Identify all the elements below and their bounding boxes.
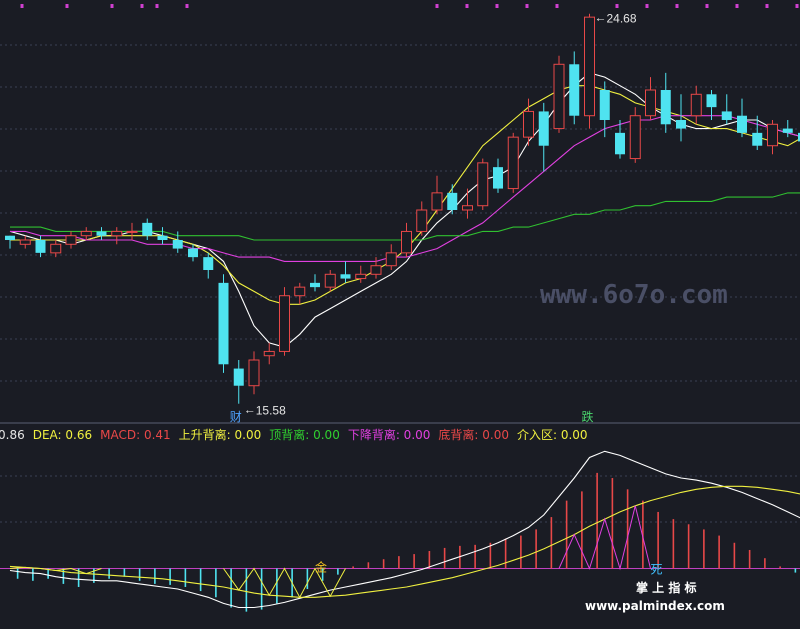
- top-dot: [765, 4, 769, 8]
- candle-body: [188, 248, 198, 258]
- candle-body: [218, 282, 229, 365]
- candle-body: [645, 89, 656, 117]
- candle-body: [462, 205, 473, 211]
- top-dot: [615, 4, 619, 8]
- candle-body: [203, 257, 214, 270]
- candle-body: [569, 64, 580, 116]
- candle-body: [324, 273, 336, 288]
- candle-body: [416, 209, 428, 232]
- candle: [629, 107, 641, 163]
- candle: [584, 13, 595, 129]
- top-dot: [705, 4, 709, 8]
- top-dot: [795, 4, 799, 8]
- candle-body: [157, 235, 168, 240]
- high-arrow: ←: [595, 11, 607, 25]
- candle-body: [767, 123, 778, 147]
- low-arrow: ←: [244, 403, 256, 417]
- top-dot: [735, 4, 739, 8]
- top-dot: [185, 4, 189, 8]
- candle-body: [50, 243, 62, 254]
- brand-watermark: 掌 上 指 标: [636, 580, 697, 595]
- candle-body: [279, 295, 290, 352]
- candle: [218, 274, 229, 373]
- golden-cross-marker: 金: [315, 559, 327, 574]
- top-dot: [465, 4, 469, 8]
- candle-body: [629, 115, 641, 160]
- legend-item: 下降背离: 0.00: [348, 427, 431, 442]
- candle-body: [676, 120, 686, 129]
- candle-body: [355, 273, 367, 280]
- candle: [477, 158, 489, 210]
- legend-item: 顶背离: 0.00: [269, 427, 340, 442]
- top-dot: [525, 4, 529, 8]
- candle-body: [752, 132, 763, 146]
- legend-item: MACD: 0.41: [100, 428, 171, 442]
- candle-body: [142, 222, 153, 236]
- stock-chart: 24.68 15.58 ← ← 财 跌 0.86 DEA: 0.66 MACD: 0…: [0, 0, 800, 629]
- candle-body: [615, 132, 625, 155]
- candle-body: [584, 16, 595, 117]
- death-cross-marker: 死: [651, 562, 663, 576]
- candle-body: [263, 350, 275, 357]
- candle-body: [737, 115, 747, 133]
- candle-body: [340, 274, 351, 279]
- candle-body: [248, 359, 260, 387]
- candle-body: [523, 110, 534, 138]
- top-dot: [495, 4, 499, 8]
- candle-body: [294, 286, 306, 297]
- candle-body: [553, 63, 565, 130]
- candle-body: [111, 230, 123, 237]
- legend-item: 底背离: 0.00: [438, 427, 509, 442]
- candle: [279, 287, 290, 356]
- candle-body: [493, 167, 503, 189]
- candle-body: [385, 252, 397, 267]
- legend-item: 上升背离: 0.00: [179, 427, 262, 442]
- candle-body: [538, 111, 549, 146]
- candle-body: [660, 90, 671, 125]
- top-dot: [110, 4, 114, 8]
- event-marker: 跌: [582, 409, 594, 424]
- event-marker: 财: [230, 410, 242, 424]
- candle-body: [35, 240, 46, 253]
- legend-item: 0.86: [0, 428, 25, 442]
- top-dot: [140, 4, 144, 8]
- candle-body: [5, 235, 15, 240]
- high-price-label: 24.68: [607, 12, 637, 26]
- candle-body: [172, 240, 183, 249]
- candle-body: [706, 94, 717, 108]
- candle-body: [401, 230, 412, 254]
- indicator-legend: 0.86 DEA: 0.66 MACD: 0.41 上升背离: 0.00 顶背离: 0.…: [0, 427, 588, 442]
- candle-body: [447, 192, 458, 210]
- top-dot: [555, 4, 559, 8]
- candle: [507, 132, 519, 193]
- top-dot: [645, 4, 649, 8]
- candle-body: [310, 282, 320, 288]
- candle-body: [507, 136, 519, 190]
- candle-body: [233, 368, 244, 386]
- candle-body: [431, 192, 443, 211]
- low-price-label: 15.58: [256, 404, 286, 418]
- top-dot: [20, 4, 24, 8]
- candle: [553, 55, 565, 133]
- brand-url-watermark: www.palmindex.com: [585, 599, 725, 613]
- candle-body: [80, 230, 92, 237]
- candle-body: [96, 231, 107, 236]
- top-dot: [155, 4, 159, 8]
- candle-body: [782, 128, 793, 133]
- candle-body: [599, 90, 610, 120]
- top-dot: [435, 4, 439, 8]
- candle-body: [477, 162, 489, 207]
- candle-body: [126, 230, 138, 233]
- legend-item: 介入区: 0.00: [517, 428, 588, 442]
- candle-body: [65, 235, 77, 245]
- candle-body: [370, 265, 382, 275]
- candle-body: [721, 111, 732, 120]
- top-dot: [65, 4, 69, 8]
- candle-body: [690, 93, 702, 117]
- candle-body: [19, 239, 31, 245]
- faint-watermark: www.6o7o.com: [540, 280, 728, 310]
- top-dot: [675, 4, 679, 8]
- legend-item: DEA: 0.66: [33, 428, 92, 442]
